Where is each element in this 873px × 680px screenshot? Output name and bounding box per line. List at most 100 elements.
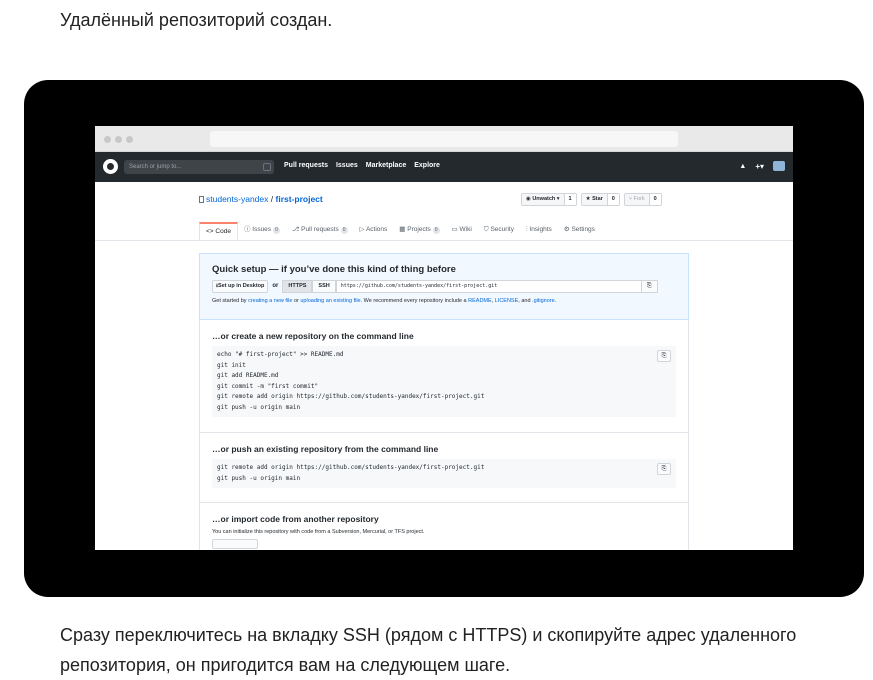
header-actions: ▲ +▾ [739, 161, 785, 171]
tab-label: Insights [529, 226, 552, 233]
clone-url-field[interactable]: https://github.com/students-yandex/first… [335, 279, 642, 293]
tab-insights[interactable]: ⫶ Insights [520, 222, 558, 240]
shield-icon: ⛉ [483, 226, 489, 233]
push-existing-section: …or push an existing repository from the… [199, 433, 689, 503]
quick-setup-panel: Quick setup — if you’ve done this kind o… [199, 253, 689, 550]
search-input[interactable]: Search or jump to... [124, 160, 274, 174]
github-header: Search or jump to... Pull requests Issue… [95, 152, 793, 182]
setup-desktop-button[interactable]: ⭳Set up in Desktop [212, 279, 269, 293]
clipboard-icon[interactable]: ⎘ [641, 279, 658, 293]
clipboard-icon[interactable]: ⎘ [657, 463, 671, 475]
tab-code[interactable]: <> Code [199, 222, 238, 240]
unwatch-button[interactable]: ◉ Unwatch ▾ 1 [521, 193, 577, 206]
repo-icon [199, 196, 204, 203]
tab-label: Actions [365, 226, 388, 233]
outro-text: Сразу переключитесь на вкладку SSH (рядо… [60, 625, 797, 675]
repo-title: students-yandex / first-project [199, 194, 323, 204]
nav-marketplace[interactable]: Marketplace [366, 162, 406, 169]
bell-icon[interactable]: ▲ [739, 163, 746, 170]
tab-badge: 0 [432, 227, 440, 234]
tab-label: Settings [571, 226, 595, 233]
create-file-link[interactable]: creating a new file [248, 298, 292, 304]
tab-pull-requests[interactable]: ⎇ Pull requests 0 [286, 222, 354, 240]
issue-icon: ⓘ [243, 226, 251, 233]
tab-security[interactable]: ⛉ Security [478, 222, 520, 240]
window-zoom-dot[interactable] [126, 136, 133, 143]
nav-explore[interactable]: Explore [414, 162, 440, 169]
get-started-text: Get started by creating a new file or up… [212, 298, 676, 304]
get-started-prefix: Get started by [212, 298, 247, 304]
nav-pull-requests[interactable]: Pull requests [284, 162, 328, 169]
code-icon: <> [206, 228, 214, 235]
repo-owner-link[interactable]: students-yandex [206, 194, 268, 204]
gear-icon: ⚙ [563, 226, 570, 233]
fork-label: Fork [633, 196, 645, 202]
fork-count[interactable]: 0 [649, 194, 661, 205]
actions-icon: ▷ [359, 226, 365, 233]
github-logo-icon[interactable] [103, 159, 118, 174]
search-placeholder: Search or jump to... [129, 164, 182, 170]
import-description: You can initialize this repository with … [212, 529, 425, 535]
repo-actions: ◉ Unwatch ▾ 1 ★ Star 0 ⑂ Fork 0 [521, 193, 662, 206]
tab-projects[interactable]: ▦ Projects 0 [393, 222, 445, 240]
tab-actions[interactable]: ▷ Actions [354, 222, 394, 240]
browser-screenshot: Search or jump to... Pull requests Issue… [95, 126, 793, 550]
new-repo-code[interactable]: echo "# first-project" >> README.md git … [212, 346, 676, 417]
clone-url-row: ⭳Set up in Desktop or HTTPS SSH https://… [212, 279, 676, 293]
https-tab[interactable]: HTTPS [282, 279, 313, 293]
fork-button[interactable]: ⑂ Fork 0 [623, 193, 662, 206]
unwatch-label: Unwatch ▾ [532, 196, 560, 202]
comma: , [491, 298, 494, 304]
import-code-button[interactable] [212, 539, 258, 549]
window-minimize-dot[interactable] [115, 136, 122, 143]
upload-file-link[interactable]: uploading an existing file [300, 298, 360, 304]
wiki-icon: ▭ [451, 226, 458, 233]
gitignore-link[interactable]: .gitignore [532, 298, 555, 304]
tab-settings[interactable]: ⚙ Settings [558, 222, 601, 240]
star-label: Star [592, 196, 603, 202]
desktop-button-label: Set up in Desktop [217, 282, 265, 289]
repo-name-link[interactable]: first-project [276, 194, 323, 204]
license-link[interactable]: LICENSE [495, 298, 519, 304]
plus-icon[interactable]: +▾ [755, 162, 764, 171]
push-existing-code[interactable]: git remote add origin https://github.com… [212, 459, 676, 488]
quick-setup-box: Quick setup — if you’ve done this kind o… [199, 253, 689, 320]
tab-wiki[interactable]: ▭ Wiki [446, 222, 478, 240]
address-bar[interactable] [210, 131, 678, 147]
nav-issues[interactable]: Issues [336, 162, 358, 169]
tab-label: Security [490, 226, 514, 233]
new-repo-section: …or create a new repository on the comma… [199, 320, 689, 433]
repo-separator: / [270, 194, 274, 204]
or-label: or [272, 283, 279, 289]
readme-link[interactable]: README [468, 298, 492, 304]
tab-label: Code [215, 228, 231, 235]
tab-label: Pull requests [301, 226, 339, 233]
star-button[interactable]: ★ Star 0 [580, 193, 620, 206]
or-word: or [293, 298, 299, 304]
window-close-dot[interactable] [104, 136, 111, 143]
recommend-text: . We recommend every repository include … [360, 298, 467, 304]
github-nav: Pull requests Issues Marketplace Explore [284, 162, 440, 169]
tab-badge: 0 [340, 227, 348, 234]
watch-count[interactable]: 1 [564, 194, 576, 205]
push-existing-title: …or push an existing repository from the… [212, 444, 439, 454]
new-repo-code-text: echo "# first-project" >> README.md git … [217, 351, 485, 411]
ssh-tab[interactable]: SSH [312, 279, 336, 293]
intro-text: Удалённый репозиторий создан. [60, 10, 333, 30]
graph-icon: ⫶ [525, 226, 528, 233]
clipboard-icon[interactable]: ⎘ [657, 350, 671, 362]
projects-icon: ▦ [399, 226, 406, 233]
tab-issues[interactable]: ⓘ Issues 0 [238, 222, 286, 240]
pr-icon: ⎇ [291, 226, 300, 233]
browser-chrome [95, 126, 793, 152]
star-count[interactable]: 0 [607, 194, 619, 205]
repo-tabs: <> Code ⓘ Issues 0 ⎇ Pull requests 0 ▷ Act… [199, 222, 601, 240]
period: . [554, 298, 557, 304]
tab-label: Issues [252, 226, 272, 233]
new-repo-title: …or create a new repository on the comma… [212, 331, 414, 341]
and-word: , and [518, 298, 531, 304]
avatar[interactable] [773, 161, 785, 171]
slash-shortcut-icon [263, 163, 271, 171]
push-existing-code-text: git remote add origin https://github.com… [217, 464, 485, 482]
tab-label: Projects [407, 226, 431, 233]
